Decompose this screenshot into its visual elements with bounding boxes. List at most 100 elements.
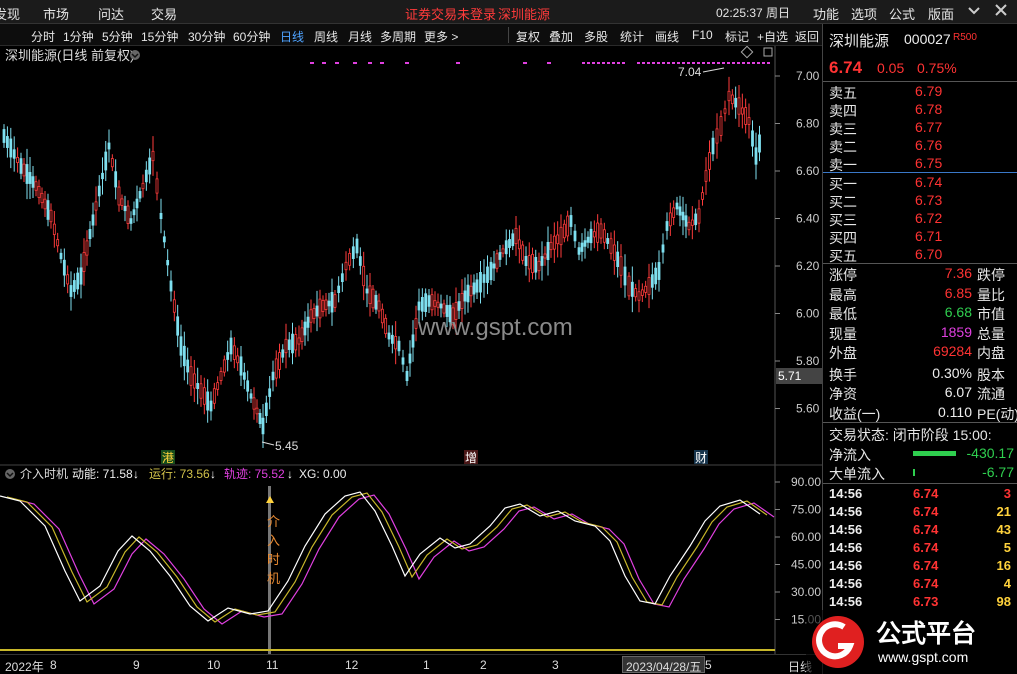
- spread-divider: [823, 172, 1017, 173]
- trade-row: 14:56 6.74 16: [829, 558, 1011, 576]
- candle-body: [734, 97, 738, 108]
- candle-body: [719, 116, 723, 136]
- tab-timeshare[interactable]: 分时: [31, 28, 55, 45]
- overlay-button[interactable]: 叠加: [549, 28, 573, 45]
- candle-body: [226, 352, 230, 360]
- tab-weekly[interactable]: 周线: [314, 28, 338, 45]
- candle-body: [358, 256, 362, 266]
- menu-discover[interactable]: 发现: [0, 4, 20, 23]
- menu-options[interactable]: 选项: [851, 4, 877, 23]
- trade-row: 14:56 6.74 21: [829, 504, 1011, 522]
- candle-body: [654, 267, 658, 285]
- candle-body: [657, 262, 661, 280]
- indicator-chart[interactable]: 90.0075.0060.0045.0030.0015.00 介入时机 动能: …: [0, 466, 822, 654]
- price-tick-label: 5.60: [796, 402, 820, 416]
- candle-body: [665, 221, 669, 231]
- bid-row[interactable]: 买四 6.71: [829, 228, 1014, 246]
- title-dropdown-icon[interactable]: [130, 50, 140, 60]
- indicator-menu-icon[interactable]: [5, 469, 15, 479]
- trade-price: 6.74: [913, 576, 939, 591]
- signal-dot: [607, 62, 610, 64]
- candle-body: [76, 272, 80, 290]
- candle-body: [727, 90, 731, 102]
- candle-body: [504, 240, 508, 255]
- candle-body: [12, 149, 16, 159]
- candle-body: [463, 290, 467, 302]
- candle-body: [501, 248, 505, 254]
- tab-60min[interactable]: 60分钟: [233, 28, 270, 45]
- candle-body: [704, 170, 708, 182]
- tab-more[interactable]: 更多 >: [424, 28, 458, 45]
- trade-row: 14:56 6.74 3: [829, 486, 1011, 504]
- statistics-button[interactable]: 统计: [620, 28, 644, 45]
- candle-body: [380, 308, 384, 324]
- candle-body: [189, 366, 193, 386]
- bid-row[interactable]: 买五 6.70: [829, 246, 1014, 264]
- order-level-label: 买三: [829, 212, 857, 228]
- menu-wenda[interactable]: 问达: [98, 4, 124, 23]
- candle-body: [246, 380, 250, 392]
- candle-body: [344, 261, 348, 271]
- f10-button[interactable]: F10: [692, 28, 713, 42]
- trade-volume: 21: [996, 504, 1011, 519]
- stat-label: 净资: [829, 386, 857, 402]
- candle-body: [34, 181, 38, 191]
- candle-body: [69, 285, 73, 297]
- ask-row[interactable]: 卖三 6.77: [829, 119, 1014, 137]
- menu-layout[interactable]: 版面: [928, 4, 954, 23]
- candle-body: [16, 156, 20, 164]
- trade-price: 6.74: [913, 522, 939, 537]
- close-icon[interactable]: [994, 3, 1008, 20]
- add-watchlist-button[interactable]: +自选: [757, 28, 788, 45]
- down-arrow-icon: ↓: [287, 467, 293, 481]
- tab-multi-period[interactable]: 多周期: [380, 28, 416, 45]
- menu-formula[interactable]: 公式: [889, 4, 915, 23]
- candle-body: [697, 208, 701, 224]
- candle-body: [94, 201, 98, 211]
- candle-body: [135, 198, 139, 209]
- login-notice[interactable]: 证券交易未登录: [405, 4, 496, 23]
- back-button[interactable]: 返回: [795, 28, 819, 45]
- indicator-name[interactable]: 介入时机: [20, 467, 68, 481]
- candle-body: [294, 334, 298, 351]
- tab-1min[interactable]: 1分钟: [63, 28, 94, 45]
- tab-30min[interactable]: 30分钟: [188, 28, 225, 45]
- signal-dot: [335, 62, 339, 64]
- candle-body: [117, 186, 121, 206]
- mark-button[interactable]: 标记: [725, 28, 749, 45]
- candle-body: [577, 247, 581, 255]
- menu-trade[interactable]: 交易: [151, 4, 177, 23]
- candle-body: [521, 244, 525, 261]
- menu-market[interactable]: 市场: [43, 4, 69, 23]
- trade-time: 14:56: [829, 486, 863, 501]
- draw-line-button[interactable]: 画线: [655, 28, 679, 45]
- trade-price: 6.73: [913, 594, 939, 609]
- tab-5min[interactable]: 5分钟: [102, 28, 133, 45]
- ask-row[interactable]: 卖四 6.78: [829, 101, 1014, 119]
- ask-row[interactable]: 卖一 6.75: [829, 155, 1014, 173]
- candle-body: [85, 240, 89, 256]
- signal-dot: [637, 62, 640, 64]
- bid-row[interactable]: 买三 6.72: [829, 210, 1014, 228]
- candle-body: [715, 128, 719, 144]
- candle-body: [737, 97, 741, 115]
- candlestick-chart[interactable]: 7.00 6.80 6.60 6.40 6.20 6.00 5.80 5.60 深圳能源(日线…: [0, 46, 822, 466]
- ask-row[interactable]: 卖五 6.79: [829, 83, 1014, 101]
- stat-label-secondary: 流通: [977, 386, 1005, 402]
- restore-rights-button[interactable]: 复权: [516, 28, 540, 45]
- ask-row[interactable]: 卖二 6.76: [829, 137, 1014, 155]
- candle-body: [66, 274, 70, 285]
- menu-icon[interactable]: [968, 3, 980, 20]
- bid-row[interactable]: 买一 6.74: [829, 174, 1014, 192]
- tab-monthly[interactable]: 月线: [348, 28, 372, 45]
- multi-stock-button[interactable]: 多股: [584, 28, 608, 45]
- tab-daily[interactable]: 日线: [280, 28, 304, 45]
- menu-function[interactable]: 功能: [813, 4, 839, 23]
- tab-15min[interactable]: 15分钟: [141, 28, 178, 45]
- signal-dot: [712, 62, 715, 64]
- chart-toolbar: 分时 1分钟 5分钟 15分钟 30分钟 60分钟 日线 周线 月线 多周期 更…: [0, 24, 822, 46]
- stat-value: 6.07: [944, 384, 972, 400]
- divider: [823, 422, 1017, 423]
- bid-row[interactable]: 买二 6.73: [829, 192, 1014, 210]
- candle-body: [52, 223, 56, 235]
